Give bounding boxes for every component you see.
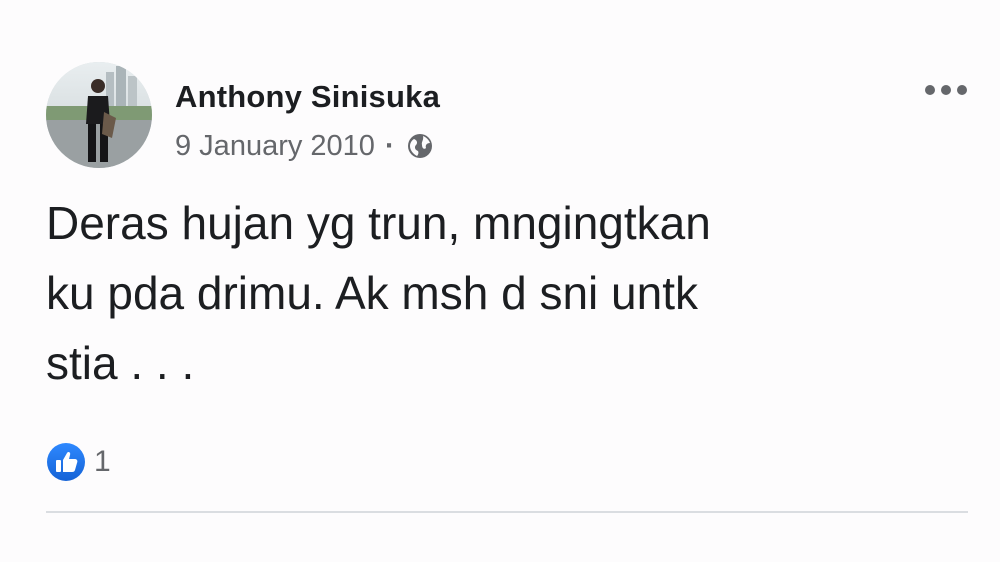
more-options-icon [925,85,967,95]
post-text: Deras hujan yg trun, mngingtkan ku pda d… [46,197,711,389]
globe-icon[interactable] [405,131,435,161]
reactions-summary[interactable]: 1 [46,440,111,484]
author-name[interactable]: Anthony Sinisuka [175,79,440,115]
post-date[interactable]: 9 January 2010 [175,130,375,163]
reaction-count: 1 [94,445,111,478]
more-options-button[interactable] [918,74,974,106]
avatar[interactable] [46,62,152,168]
like-icon [46,442,86,482]
post-meta: 9 January 2010 · [175,128,435,164]
facebook-post: Anthony Sinisuka 9 January 2010 · Deras … [0,0,1000,562]
avatar-photo [46,62,152,168]
meta-separator: · [384,129,395,162]
divider [46,511,968,513]
